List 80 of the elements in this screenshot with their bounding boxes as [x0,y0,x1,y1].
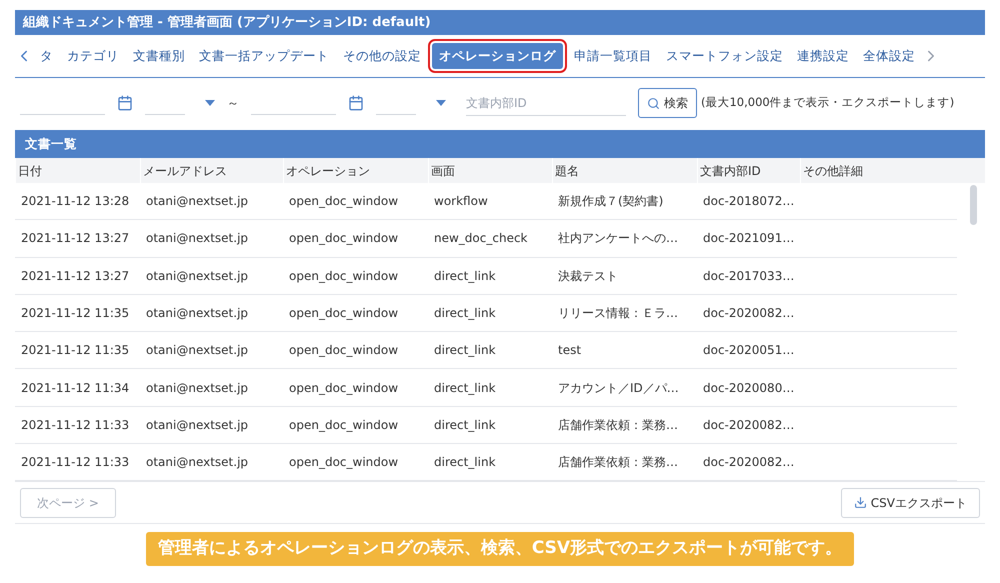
table-cell-text: doc-2018072… [702,193,796,210]
table-cell-text: direct_link [433,305,497,322]
table-cell-text: doc-2020082… [702,305,796,322]
table-cell-text: 2021-11-12 11:33 [20,454,130,472]
table-cell-text: doc-2020082… [702,416,796,434]
table-cell-text: 2021-11-12 13:27 [20,268,130,285]
column-header: メールアドレス [140,158,283,183]
column-header: 画面 [428,158,552,183]
tab[interactable]: 連携設定 [790,42,856,70]
tab[interactable]: 全体設定 [856,42,922,70]
table-cell-text: direct_link [433,416,497,434]
tab[interactable]: 文書種別 [126,42,192,70]
tab[interactable]: タ [33,42,60,70]
section-header: 文書一覧 [15,130,985,158]
column-header: 文書内部ID [697,158,800,183]
caret-icon [205,100,215,106]
table-cell-text: open_doc_window [288,305,400,322]
tab[interactable]: その他の設定 [336,42,428,70]
tab[interactable]: 申請一覧項目 [567,42,659,70]
table-cell-text: open_doc_window [288,230,400,248]
table-cell-text: open_doc_window [288,380,400,397]
table-cell-text: 店舗作業依頼：業務… [557,416,679,434]
range-separator: ～ [227,95,239,112]
tab[interactable]: オペレーションログ [432,42,563,70]
table-cell-text: 2021-11-12 11:33 [20,416,130,434]
table-cell-text: direct_link [433,380,497,397]
doc-id-field[interactable]: 文書内部ID [466,90,626,116]
table-cell-text: otani@nextset.jp [145,193,250,210]
table-cell-text: otani@nextset.jp [145,305,250,322]
csv-export-button[interactable]: CSVエクスポート [840,488,980,518]
table-cell-text: otani@nextset.jp [145,380,250,397]
calendar-icon[interactable] [348,95,364,111]
table-cell-text: direct_link [433,454,497,472]
limit-note: (最大10,000件まで表示・エクスポートします) [701,94,954,112]
download-icon [854,496,867,510]
table-cell-text: doc-2017033… [702,268,796,285]
table-cell-text: doc-2021091… [702,230,796,248]
table-cell-text: doc-2020051… [702,342,796,360]
table-cell-text: direct_link [433,268,497,285]
column-header: オペレーション [283,158,428,183]
table-cell-text: otani@nextset.jp [145,454,250,472]
table-cell-text: open_doc_window [288,193,400,210]
table-cell-text: otani@nextset.jp [145,230,250,248]
table-cell-text: open_doc_window [288,416,400,434]
table-cell-text: 社内アンケートへの… [557,230,679,248]
column-header: 日付 [15,158,140,183]
table-cell-text: 2021-11-12 13:27 [20,230,130,248]
tab[interactable]: スマートフォン設定 [659,42,790,70]
table-cell-text: 店舗作業依頼：業務… [557,454,679,472]
table-cell-text: 2021-11-12 11:35 [20,342,130,360]
table-cell-text: open_doc_window [288,268,400,285]
table-cell-text: open_doc_window [288,454,400,472]
table-cell-text: new_doc_check [433,230,528,248]
search-icon [647,96,660,110]
column-header: その他詳細 [800,158,970,183]
table-cell-text: 新規作成７(契約書) [557,193,664,210]
table-cell-text: doc-2020082… [702,454,796,472]
caption-banner: 管理者によるオペレーションログの表示、検索、CSV形式でのエクスポートが可能です。 [146,532,854,566]
caret-icon [436,100,446,106]
table-cell-text: 決裁テスト [557,268,619,285]
tab[interactable]: 文書一括アップデート [192,42,336,70]
scrollbar[interactable] [970,185,977,225]
table-cell-text: 2021-11-12 11:34 [20,380,130,397]
table-cell-text: otani@nextset.jp [145,416,250,434]
table-cell-text: 2021-11-12 11:35 [20,305,130,322]
table-cell-text: workflow [433,193,489,210]
table-cell-text: otani@nextset.jp [145,268,250,285]
calendar-icon[interactable] [117,95,133,111]
window-title: 組織ドキュメント管理 - 管理者画面 (アプリケーションID: default) [15,10,985,35]
tab[interactable]: カテゴリ [60,42,126,70]
search-button[interactable]: 検索 [638,88,697,118]
table-cell-text: アカウント／ID／パ… [557,380,680,397]
table-cell-text: doc-2020080… [702,380,796,397]
table-cell-text: 2021-11-12 13:28 [20,193,130,210]
table-cell-text: リリース情報：Ｅラ… [557,305,679,322]
table-cell-text: direct_link [433,342,497,360]
column-header: 題名 [552,158,697,183]
table-cell-text: otani@nextset.jp [145,342,250,360]
table-cell-text: open_doc_window [288,342,400,360]
table-cell-text: test [557,342,582,360]
